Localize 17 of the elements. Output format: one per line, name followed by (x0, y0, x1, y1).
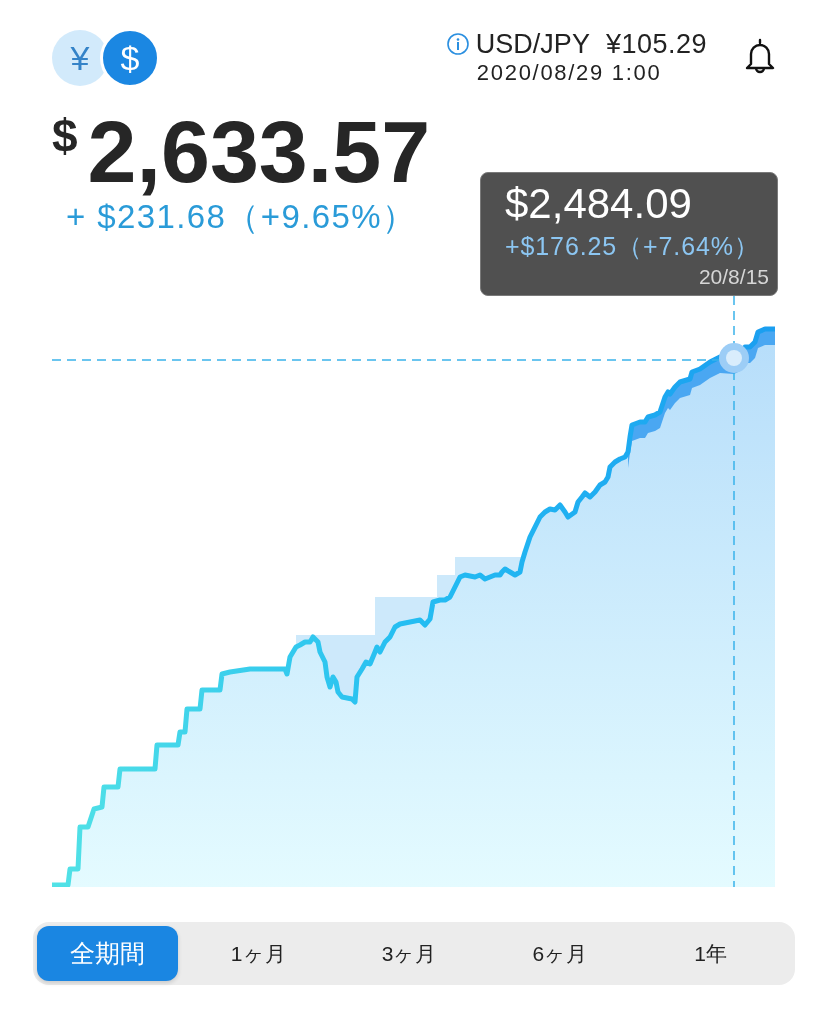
period-tab[interactable]: 全期間 (37, 926, 178, 981)
exchange-rate: ¥105.29 (605, 28, 707, 60)
period-tab[interactable]: 6ヶ月 (489, 926, 631, 981)
point-marker-icon (719, 343, 749, 373)
currency-symbol: $ (52, 113, 78, 159)
currency-pair: USD/JPY (475, 28, 590, 60)
currency-button[interactable]: $ (100, 28, 160, 88)
info-icon[interactable] (446, 33, 469, 55)
period-tab[interactable]: 1ヶ月 (187, 926, 329, 981)
rate-timestamp: 2020/08/29 1:00 (476, 60, 663, 86)
tooltip-value: $2,484.09 (505, 181, 692, 227)
balance-change: + $231.68（+9.65%） (66, 198, 417, 236)
period-tab[interactable]: 1年 (640, 926, 781, 981)
period-tab[interactable]: 3ヶ月 (338, 926, 480, 981)
tooltip-date: 20/8/15 (698, 265, 769, 289)
balance-amount: 2,633.57 (87, 108, 431, 196)
tooltip-change: +$176.25（+7.64%） (505, 231, 760, 262)
